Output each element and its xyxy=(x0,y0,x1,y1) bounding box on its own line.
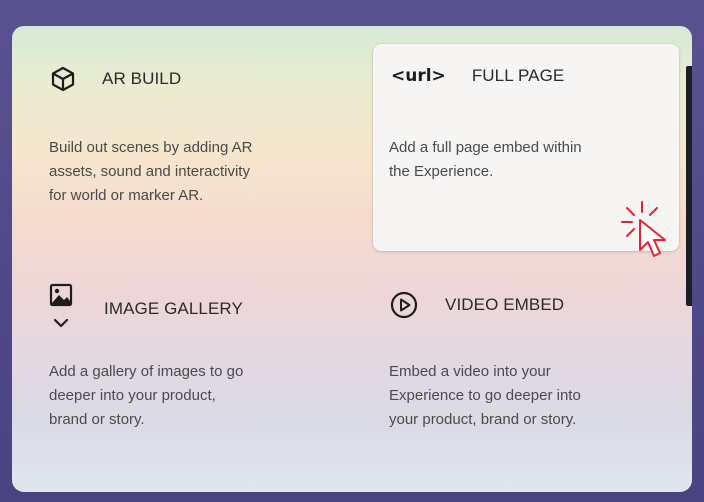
cube-icon xyxy=(50,66,76,92)
card-title: VIDEO EMBED xyxy=(445,295,565,314)
content-type-panel: AR BUILD Build out scenes by adding AR a… xyxy=(12,26,692,492)
scrollbar-edge xyxy=(686,66,692,306)
url-code-icon: <url> xyxy=(391,66,446,86)
description-line: Add a full page embed within xyxy=(389,139,582,156)
card-description: Add a gallery of images to go deeper int… xyxy=(49,360,243,432)
description-line: deeper into your product, xyxy=(49,387,216,404)
card-description: Embed a video into your Experience to go… xyxy=(389,360,581,432)
play-circle-icon xyxy=(389,290,419,320)
description-line: assets, sound and interactivity xyxy=(49,163,250,180)
pointer-click-icon xyxy=(618,200,678,262)
description-line: for world or marker AR. xyxy=(49,187,204,204)
card-description: Add a full page embed within the Experie… xyxy=(389,136,582,184)
description-line: Build out scenes by adding AR xyxy=(49,139,253,156)
card-title: AR BUILD xyxy=(102,69,182,88)
description-line: the Experience. xyxy=(389,163,494,180)
card-video-embed[interactable]: VIDEO EMBED Embed a video into your Expe… xyxy=(373,266,679,466)
card-title: FULL PAGE xyxy=(471,66,565,85)
description-line: your product, brand or story. xyxy=(389,411,577,428)
card-image-gallery[interactable]: IMAGE GALLERY Add a gallery of images to… xyxy=(32,266,352,466)
image-gallery-icon xyxy=(48,282,74,332)
description-line: Add a gallery of images to go xyxy=(49,363,244,380)
description-line: brand or story. xyxy=(49,411,145,428)
description-line: Experience to go deeper into xyxy=(389,387,581,404)
card-title: IMAGE GALLERY xyxy=(104,299,243,318)
card-description: Build out scenes by adding AR assets, so… xyxy=(49,136,252,208)
description-line: Embed a video into your xyxy=(389,363,551,380)
card-ar-build[interactable]: AR BUILD Build out scenes by adding AR a… xyxy=(32,50,352,250)
